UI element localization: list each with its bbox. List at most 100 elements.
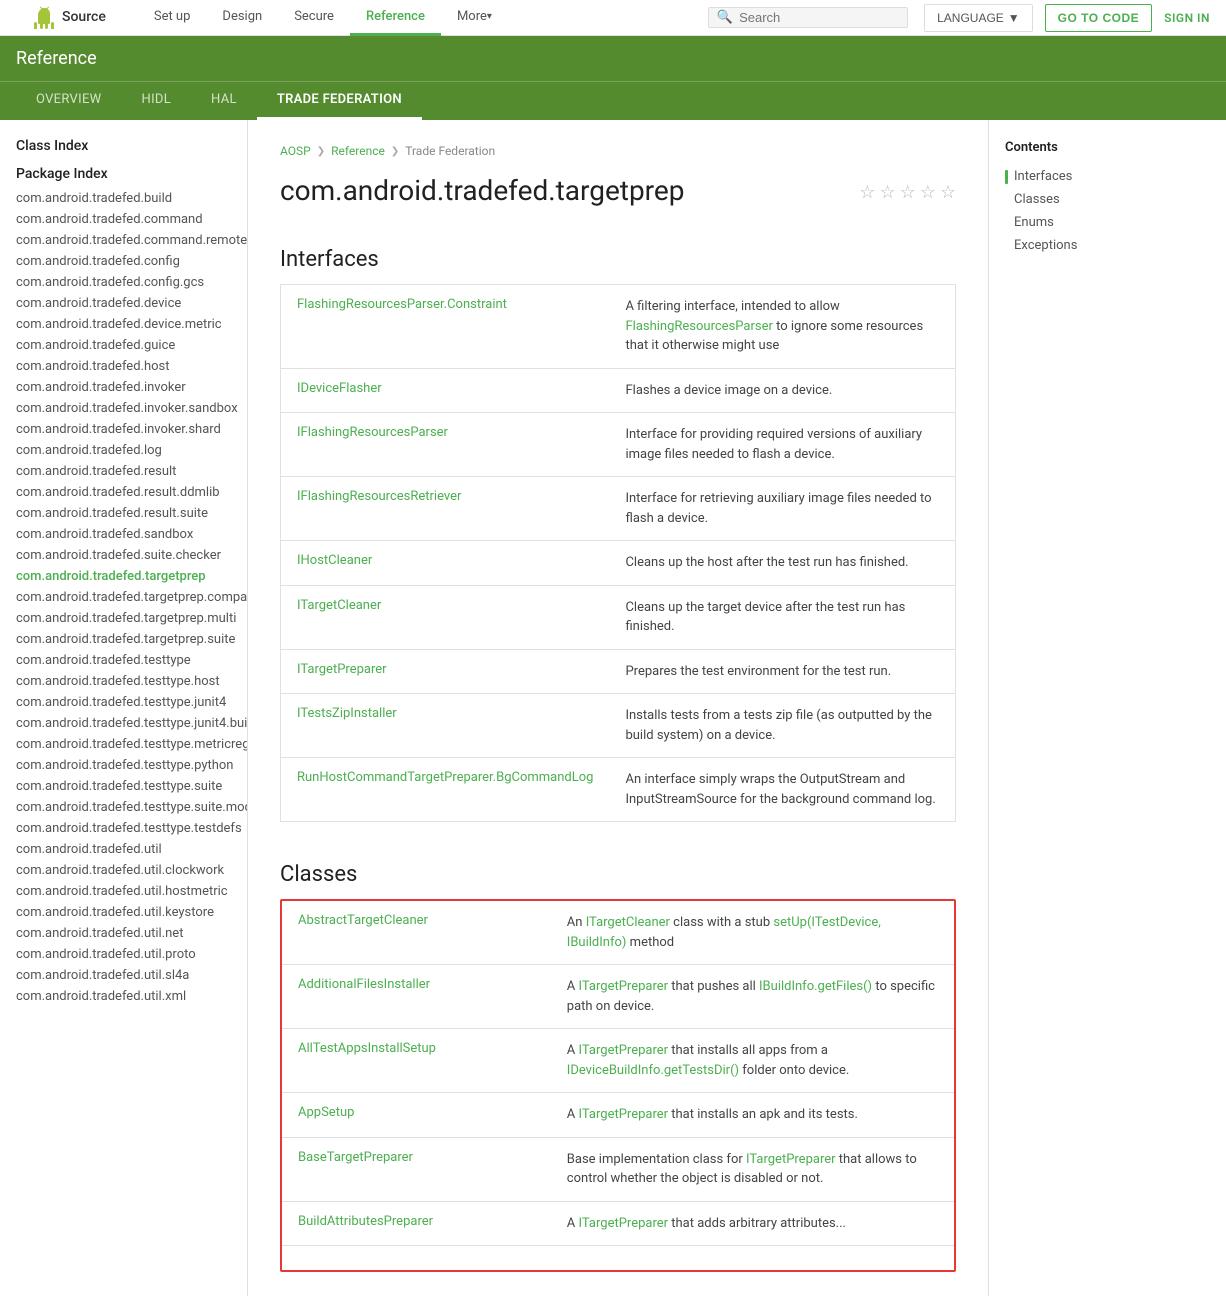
interface-link-itestszipinstaller[interactable]: ITestsZipInstaller	[297, 706, 397, 721]
table-row: AbstractTargetCleaner An ITargetCleaner …	[282, 901, 954, 965]
star-3[interactable]: ☆	[900, 182, 916, 203]
class-itargetpreparer-link-1[interactable]: ITargetPreparer	[579, 979, 669, 994]
sidebar-link-testtype-host[interactable]: com.android.tradefed.testtype.host	[0, 671, 247, 692]
sidebar-link-util-proto[interactable]: com.android.tradefed.util.proto	[0, 944, 247, 965]
breadcrumb-aosp[interactable]: AOSP	[280, 144, 311, 158]
toc-item-exceptions[interactable]: Exceptions	[989, 234, 1168, 257]
sidebar-link-command-remote[interactable]: com.android.tradefed.command.remote	[0, 230, 247, 251]
breadcrumb-reference[interactable]: Reference	[331, 144, 385, 158]
tab-overview[interactable]: OVERVIEW	[16, 82, 122, 120]
interface-link-iflashingresourcesretriever[interactable]: IFlashingResourcesRetriever	[297, 489, 461, 504]
search-bar: 🔍	[708, 7, 908, 28]
table-row: IFlashingResourcesParser Interface for p…	[281, 413, 956, 477]
sidebar-link-invoker-sandbox[interactable]: com.android.tradefed.invoker.sandbox	[0, 398, 247, 419]
sidebar-link-suite-checker[interactable]: com.android.tradefed.suite.checker	[0, 545, 247, 566]
sidebar-link-testtype-suite[interactable]: com.android.tradefed.testtype.suite	[0, 776, 247, 797]
sidebar-link-host[interactable]: com.android.tradefed.host	[0, 356, 247, 377]
class-itargetpreparer-link-5[interactable]: ITargetPreparer	[579, 1216, 669, 1231]
class-link-basetargetpreparer[interactable]: BaseTargetPreparer	[298, 1150, 413, 1165]
nav-setup[interactable]: Set up	[138, 0, 207, 36]
sidebar-link-targetprep-suite[interactable]: com.android.tradefed.targetprep.suite	[0, 629, 247, 650]
sidebar-link-util-hostmetric[interactable]: com.android.tradefed.util.hostmetric	[0, 881, 247, 902]
sidebar-link-util-net[interactable]: com.android.tradefed.util.net	[0, 923, 247, 944]
star-1[interactable]: ☆	[859, 182, 875, 203]
classes-table-wrapper: AbstractTargetCleaner An ITargetCleaner …	[280, 899, 956, 1272]
sidebar-link-testtype-suite-module[interactable]: com.android.tradefed.testtype.suite.modu…	[0, 797, 247, 818]
class-idevicebuildinfo-link-2[interactable]: IDeviceBuildInfo.getTestsDir()	[567, 1063, 739, 1078]
page-header-row: com.android.tradefed.targetprep ☆ ☆ ☆ ☆ …	[280, 174, 956, 207]
search-input[interactable]	[739, 10, 899, 25]
sidebar-link-util-clockwork[interactable]: com.android.tradefed.util.clockwork	[0, 860, 247, 881]
language-button[interactable]: LANGUAGE ▼	[924, 4, 1033, 32]
tab-hidl[interactable]: HIDL	[122, 82, 192, 120]
interface-link-flashing-constraint[interactable]: FlashingResourcesParser.Constraint	[297, 297, 507, 312]
sign-in-button[interactable]: SIGN IN	[1164, 11, 1210, 25]
class-link-appsetup[interactable]: AppSetup	[298, 1105, 354, 1120]
class-link-abstract-target-cleaner[interactable]: AbstractTargetCleaner	[298, 913, 428, 928]
sidebar-link-testtype-testdefs[interactable]: com.android.tradefed.testtype.testdefs	[0, 818, 247, 839]
sidebar-link-util-keystore[interactable]: com.android.tradefed.util.keystore	[0, 902, 247, 923]
class-itargetpreparer-link-3[interactable]: ITargetPreparer	[579, 1107, 669, 1122]
star-5[interactable]: ☆	[940, 182, 956, 203]
class-itargetcleaner-link-0[interactable]: ITargetCleaner	[586, 915, 670, 930]
nav-design[interactable]: Design	[206, 0, 278, 36]
interface-desc-0: A filtering interface, intended to allow…	[609, 285, 955, 369]
sidebar-link-testtype-junit4-builder[interactable]: com.android.tradefed.testtype.junit4.bui…	[0, 713, 247, 734]
sidebar-link-testtype-metricregression[interactable]: com.android.tradefed.testtype.metricregr…	[0, 734, 247, 755]
flashing-resources-parser-link[interactable]: FlashingResourcesParser	[625, 319, 772, 334]
sidebar-link-testtype[interactable]: com.android.tradefed.testtype	[0, 650, 247, 671]
class-link-additional-files-installer[interactable]: AdditionalFilesInstaller	[298, 977, 430, 992]
toc-item-interfaces[interactable]: Interfaces	[989, 165, 1168, 188]
sidebar-link-result-suite[interactable]: com.android.tradefed.result.suite	[0, 503, 247, 524]
class-link-alltestapps[interactable]: AllTestAppsInstallSetup	[298, 1041, 436, 1056]
star-2[interactable]: ☆	[879, 182, 895, 203]
sidebar-link-config[interactable]: com.android.tradefed.config	[0, 251, 247, 272]
tab-trade-federation[interactable]: TRADE FEDERATION	[257, 82, 422, 120]
class-link-buildattributespreparer[interactable]: BuildAttributesPreparer	[298, 1214, 433, 1229]
sidebar-link-device-metric[interactable]: com.android.tradefed.device.metric	[0, 314, 247, 335]
sidebar-link-command[interactable]: com.android.tradefed.command	[0, 209, 247, 230]
tab-hal[interactable]: HAL	[191, 82, 257, 120]
go-to-code-button[interactable]: GO TO CODE	[1045, 4, 1152, 32]
interface-desc-4: Cleans up the host after the test run ha…	[609, 541, 955, 586]
nav-reference[interactable]: Reference	[350, 0, 441, 36]
interface-link-iflashingresourcesparser[interactable]: IFlashingResourcesParser	[297, 425, 448, 440]
class-itargetpreparer-link-4[interactable]: ITargetPreparer	[746, 1152, 836, 1167]
sidebar-item-class-index[interactable]: Class Index	[0, 132, 247, 160]
interface-link-ideviceflasher[interactable]: IDeviceFlasher	[297, 381, 382, 396]
sidebar-link-sandbox[interactable]: com.android.tradefed.sandbox	[0, 524, 247, 545]
toc-item-enums[interactable]: Enums	[989, 211, 1168, 234]
interface-link-itargetcleaner[interactable]: ITargetCleaner	[297, 598, 381, 613]
sidebar-link-targetprep[interactable]: com.android.tradefed.targetprep	[0, 566, 247, 587]
class-itargetpreparer-link-2[interactable]: ITargetPreparer	[579, 1043, 669, 1058]
interface-link-runhostcommand[interactable]: RunHostCommandTargetPreparer.BgCommandLo…	[297, 770, 593, 785]
nav-more[interactable]: More	[441, 0, 508, 36]
sidebar-link-result-ddmlib[interactable]: com.android.tradefed.result.ddmlib	[0, 482, 247, 503]
table-row: AllTestAppsInstallSetup A ITargetPrepare…	[282, 1029, 954, 1093]
sidebar-link-config-gcs[interactable]: com.android.tradefed.config.gcs	[0, 272, 247, 293]
table-row: IHostCleaner Cleans up the host after th…	[281, 541, 956, 586]
site-logo[interactable]: Source	[16, 0, 122, 36]
sidebar-link-invoker-shard[interactable]: com.android.tradefed.invoker.shard	[0, 419, 247, 440]
sidebar-link-build[interactable]: com.android.tradefed.build	[0, 188, 247, 209]
interface-link-ihostcleaner[interactable]: IHostCleaner	[297, 553, 372, 568]
sidebar-link-guice[interactable]: com.android.tradefed.guice	[0, 335, 247, 356]
sidebar-link-targetprep-multi[interactable]: com.android.tradefed.targetprep.multi	[0, 608, 247, 629]
interface-link-itargetpreparer[interactable]: ITargetPreparer	[297, 662, 387, 677]
sidebar-link-targetprep-companion[interactable]: com.android.tradefed.targetprep.companio…	[0, 587, 247, 608]
sidebar-link-util-sl4a[interactable]: com.android.tradefed.util.sl4a	[0, 965, 247, 986]
table-row: ITargetCleaner Cleans up the target devi…	[281, 585, 956, 649]
sidebar-item-package-index[interactable]: Package Index	[0, 160, 247, 188]
sidebar-link-util-xml[interactable]: com.android.tradefed.util.xml	[0, 986, 247, 1007]
star-4[interactable]: ☆	[920, 182, 936, 203]
sidebar-link-log[interactable]: com.android.tradefed.log	[0, 440, 247, 461]
sidebar-link-device[interactable]: com.android.tradefed.device	[0, 293, 247, 314]
sidebar-link-invoker[interactable]: com.android.tradefed.invoker	[0, 377, 247, 398]
sidebar-link-util[interactable]: com.android.tradefed.util	[0, 839, 247, 860]
sidebar-link-result[interactable]: com.android.tradefed.result	[0, 461, 247, 482]
class-ibuildinfo-link-1[interactable]: IBuildInfo.getFiles()	[759, 979, 872, 994]
sidebar-link-testtype-junit4[interactable]: com.android.tradefed.testtype.junit4	[0, 692, 247, 713]
nav-secure[interactable]: Secure	[278, 0, 350, 36]
sidebar-link-testtype-python[interactable]: com.android.tradefed.testtype.python	[0, 755, 247, 776]
toc-item-classes[interactable]: Classes	[989, 188, 1168, 211]
